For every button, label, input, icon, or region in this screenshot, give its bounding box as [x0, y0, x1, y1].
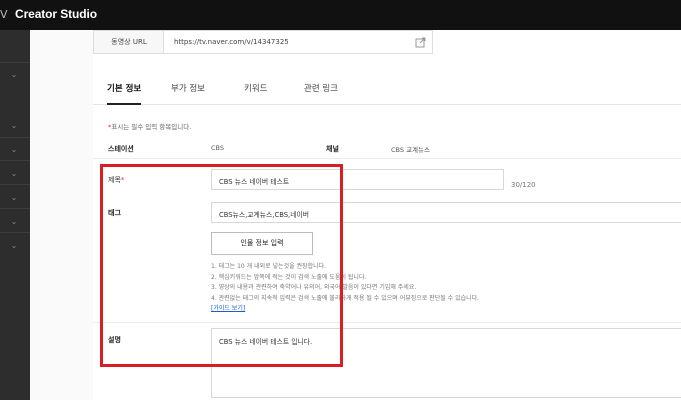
- tab-bar: 기본 정보 부가 정보 키워드 관련 링크: [93, 74, 681, 105]
- description-value: CBS 뉴스 네이버 테스트 입니다.: [219, 338, 313, 346]
- tag-tip: 1. 태그는 10 개 내외로 넣는것을 권장합니다.: [211, 263, 327, 270]
- channel-value: CBS 교계뉴스: [391, 146, 430, 154]
- tab-extra-info[interactable]: 부가 정보: [171, 74, 205, 104]
- video-url-value: https://tv.naver.com/v/14347325: [174, 38, 289, 46]
- chevron-down-icon[interactable]: ⌄: [9, 122, 19, 130]
- sidebar-divider: [0, 208, 30, 209]
- tag-tip: 4. 관련없는 태그의 지속적 입력은 검색 노출에 불리하게 적용 될 수 있…: [211, 294, 480, 302]
- chevron-down-icon[interactable]: ⌄: [9, 194, 19, 202]
- chevron-down-icon[interactable]: ⌄: [9, 71, 19, 79]
- tag-label: 태그: [108, 209, 121, 217]
- tag-tip: 3. 영상의 내용과 관련하여 축약어나 유의어, 외국어 발음이 있다면 기입…: [211, 284, 417, 291]
- video-url-row: 동영상 URL https://tv.naver.com/v/14347325: [93, 30, 681, 54]
- tab-basic-info[interactable]: 기본 정보: [107, 74, 142, 105]
- video-url-field[interactable]: https://tv.naver.com/v/14347325: [163, 30, 433, 54]
- person-info-button[interactable]: 인물 정보 입력: [211, 232, 313, 255]
- station-label: 스테이션: [108, 145, 134, 153]
- sidebar-divider: [0, 232, 30, 233]
- video-url-label: 동영상 URL: [93, 30, 165, 54]
- tag-tip: 2. 핵심키워드는 앞쪽에 적는 것이 검색 노출에 도움이 됩니다.: [211, 273, 367, 281]
- sidebar-divider: [0, 160, 30, 161]
- title-char-counter: 30/120: [511, 181, 536, 189]
- title-input[interactable]: CBS 뉴스 네이버 테스트: [211, 169, 504, 190]
- row-divider: [93, 158, 681, 159]
- required-note: *표시는 필수 입력 항목입니다.: [108, 121, 191, 131]
- title-label: 제목*: [108, 175, 124, 185]
- sidebar-divider: [0, 137, 30, 138]
- tab-related-links[interactable]: 관련 링크: [304, 74, 338, 104]
- guide-link[interactable]: [가이드 보기]: [211, 304, 479, 315]
- tag-input[interactable]: CBS뉴스,교계뉴스,CBS,네이버: [211, 202, 681, 223]
- tab-keywords[interactable]: 키워드: [244, 74, 267, 104]
- channel-label: 채널: [326, 145, 339, 153]
- sidebar-divider: [0, 184, 30, 185]
- title-label-text: 제목: [108, 176, 121, 184]
- chevron-down-icon[interactable]: ⌄: [9, 218, 19, 226]
- station-value: CBS: [211, 144, 225, 152]
- tag-tips: 1. 태그는 10 개 내외로 넣는것을 권장합니다. 2. 핵심키워드는 앞쪽…: [211, 262, 479, 315]
- chevron-down-icon[interactable]: ⌄: [9, 170, 19, 178]
- title-required-marker: *: [120, 176, 125, 184]
- video-edit-form: 동영상 URL https://tv.naver.com/v/14347325 …: [93, 30, 681, 400]
- external-link-icon[interactable]: [415, 37, 426, 48]
- menu-icon[interactable]: V: [0, 8, 8, 21]
- title-input-value: CBS 뉴스 네이버 테스트: [219, 178, 290, 186]
- app-title[interactable]: Creator Studio: [15, 7, 97, 21]
- description-label: 설명: [108, 336, 121, 344]
- sidebar: ⌄ ⌄ ⌄ ⌄ ⌄ ⌄ ⌄: [0, 30, 30, 400]
- required-note-text: 표시는 필수 입력 항목입니다.: [111, 123, 192, 131]
- chevron-down-icon[interactable]: ⌄: [9, 242, 19, 250]
- row-divider: [93, 322, 681, 323]
- top-bar: V Creator Studio: [0, 0, 681, 30]
- sidebar-divider: [0, 62, 30, 63]
- description-textarea[interactable]: CBS 뉴스 네이버 테스트 입니다.: [211, 328, 681, 398]
- tag-input-value: CBS뉴스,교계뉴스,CBS,네이버: [219, 211, 309, 219]
- chevron-down-icon[interactable]: ⌄: [9, 146, 19, 154]
